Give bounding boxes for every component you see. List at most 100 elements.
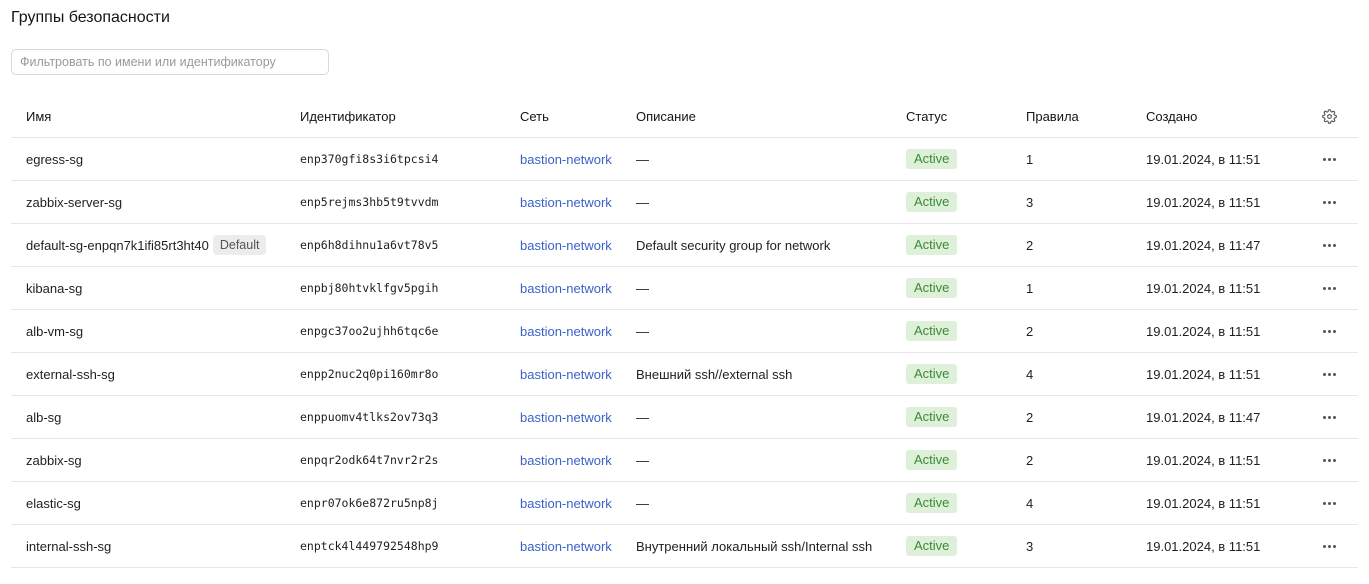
row-network-cell: bastion-network bbox=[520, 396, 612, 438]
table-row[interactable]: default-sg-enpqn7k1ifi85rt3ht40 Default … bbox=[11, 224, 1358, 267]
search-input[interactable] bbox=[11, 49, 329, 75]
created-date: 19.01.2024, в 11:51 bbox=[1146, 323, 1261, 339]
row-name-cell: kibana-sg bbox=[26, 267, 82, 309]
network-link[interactable]: bastion-network bbox=[520, 152, 612, 167]
security-group-name[interactable]: internal-ssh-sg bbox=[26, 539, 111, 554]
table-settings-button[interactable] bbox=[1315, 95, 1343, 137]
network-link[interactable]: bastion-network bbox=[520, 195, 612, 210]
created-date: 19.01.2024, в 11:47 bbox=[1146, 237, 1261, 253]
table-row[interactable]: kibana-sg enpbj80htvklfgv5pgih bastion-n… bbox=[11, 267, 1358, 310]
column-header-id[interactable]: Идентификатор bbox=[300, 95, 396, 137]
security-group-id: enppuomv4tlks2ov73q3 bbox=[300, 410, 439, 424]
table-row[interactable]: zabbix-server-sg enp5rejms3hb5t9tvvdm ba… bbox=[11, 181, 1358, 224]
security-group-name[interactable]: external-ssh-sg bbox=[26, 367, 115, 382]
network-link[interactable]: bastion-network bbox=[520, 367, 612, 382]
security-group-id: enpqr2odk64t7nvr2r2s bbox=[300, 453, 439, 467]
network-link[interactable]: bastion-network bbox=[520, 238, 612, 253]
security-group-description: — bbox=[636, 194, 649, 210]
more-horizontal-icon[interactable] bbox=[1319, 152, 1340, 167]
table-row[interactable]: internal-ssh-sg enptck4l449792548hp9 bas… bbox=[11, 525, 1358, 568]
table-row[interactable]: elastic-sg enpr07ok6e872ru5np8j bastion-… bbox=[11, 482, 1358, 525]
row-network-cell: bastion-network bbox=[520, 181, 612, 223]
created-date: 19.01.2024, в 11:51 bbox=[1146, 366, 1261, 382]
security-group-id: enpbj80htvklfgv5pgih bbox=[300, 281, 439, 295]
network-link[interactable]: bastion-network bbox=[520, 324, 612, 339]
table-row[interactable]: egress-sg enp370gfi8s3i6tpcsi4 bastion-n… bbox=[11, 138, 1358, 181]
row-actions-cell bbox=[1315, 267, 1343, 309]
network-link[interactable]: bastion-network bbox=[520, 410, 612, 425]
more-horizontal-icon[interactable] bbox=[1319, 496, 1340, 511]
network-link[interactable]: bastion-network bbox=[520, 281, 612, 296]
row-status-cell: Active bbox=[906, 267, 958, 309]
security-group-id: enpp2nuc2q0pi160mr8o bbox=[300, 367, 439, 381]
status-badge: Active bbox=[906, 278, 958, 298]
security-group-name[interactable]: egress-sg bbox=[26, 152, 83, 167]
security-group-description: — bbox=[636, 452, 649, 468]
more-horizontal-icon[interactable] bbox=[1319, 539, 1340, 554]
column-header-created[interactable]: Создано bbox=[1146, 95, 1197, 137]
network-link[interactable]: bastion-network bbox=[520, 496, 612, 511]
more-horizontal-icon[interactable] bbox=[1319, 281, 1340, 296]
table-header: Имя Идентификатор Сеть Описание Статус П… bbox=[11, 95, 1358, 138]
column-header-description[interactable]: Описание bbox=[636, 95, 696, 137]
table-row[interactable]: alb-vm-sg enpgc37oo2ujhh6tqc6e bastion-n… bbox=[11, 310, 1358, 353]
security-group-description: Внутренний локальный ssh/Internal ssh bbox=[636, 538, 873, 554]
gear-icon[interactable] bbox=[1321, 108, 1337, 124]
more-horizontal-icon[interactable] bbox=[1319, 410, 1340, 425]
more-horizontal-icon[interactable] bbox=[1319, 453, 1340, 468]
row-network-cell: bastion-network bbox=[520, 482, 612, 524]
row-actions-cell bbox=[1315, 181, 1343, 223]
security-group-description: — bbox=[636, 323, 649, 339]
row-network-cell: bastion-network bbox=[520, 439, 612, 481]
status-badge: Active bbox=[906, 192, 958, 212]
security-group-name[interactable]: alb-vm-sg bbox=[26, 324, 83, 339]
row-actions-cell bbox=[1315, 482, 1343, 524]
default-badge: Default bbox=[212, 235, 267, 255]
row-network-cell: bastion-network bbox=[520, 310, 612, 352]
table-row[interactable]: zabbix-sg enpqr2odk64t7nvr2r2s bastion-n… bbox=[11, 439, 1358, 482]
row-name-cell: egress-sg bbox=[26, 138, 83, 180]
more-horizontal-icon[interactable] bbox=[1319, 324, 1340, 339]
status-badge: Active bbox=[906, 407, 958, 427]
security-group-name[interactable]: zabbix-server-sg bbox=[26, 195, 122, 210]
created-date: 19.01.2024, в 11:51 bbox=[1146, 452, 1261, 468]
table-row[interactable]: alb-sg enppuomv4tlks2ov73q3 bastion-netw… bbox=[11, 396, 1358, 439]
security-group-id: enp6h8dihnu1a6vt78v5 bbox=[300, 238, 439, 252]
column-header-status[interactable]: Статус bbox=[906, 95, 947, 137]
column-header-network[interactable]: Сеть bbox=[520, 95, 549, 137]
row-actions-cell bbox=[1315, 310, 1343, 352]
status-badge: Active bbox=[906, 493, 958, 513]
rules-count: 2 bbox=[1026, 323, 1034, 339]
status-badge: Active bbox=[906, 321, 958, 341]
security-group-description: — bbox=[636, 151, 649, 167]
created-date: 19.01.2024, в 11:51 bbox=[1146, 151, 1261, 167]
row-name-cell: default-sg-enpqn7k1ifi85rt3ht40 Default bbox=[26, 224, 267, 266]
table-body: egress-sg enp370gfi8s3i6tpcsi4 bastion-n… bbox=[11, 138, 1358, 568]
security-group-name[interactable]: kibana-sg bbox=[26, 281, 82, 296]
more-horizontal-icon[interactable] bbox=[1319, 367, 1340, 382]
row-status-cell: Active bbox=[906, 353, 958, 395]
network-link[interactable]: bastion-network bbox=[520, 453, 612, 468]
column-header-name[interactable]: Имя bbox=[26, 95, 51, 137]
more-horizontal-icon[interactable] bbox=[1319, 195, 1340, 210]
status-badge: Active bbox=[906, 450, 958, 470]
created-date: 19.01.2024, в 11:51 bbox=[1146, 280, 1261, 296]
network-link[interactable]: bastion-network bbox=[520, 539, 612, 554]
row-actions-cell bbox=[1315, 138, 1343, 180]
row-name-cell: internal-ssh-sg bbox=[26, 525, 111, 567]
table-row[interactable]: external-ssh-sg enpp2nuc2q0pi160mr8o bas… bbox=[11, 353, 1358, 396]
security-group-name[interactable]: alb-sg bbox=[26, 410, 61, 425]
row-name-cell: zabbix-server-sg bbox=[26, 181, 122, 223]
row-name-cell: external-ssh-sg bbox=[26, 353, 115, 395]
more-horizontal-icon[interactable] bbox=[1319, 238, 1340, 253]
created-date: 19.01.2024, в 11:51 bbox=[1146, 194, 1261, 210]
row-actions-cell bbox=[1315, 396, 1343, 438]
status-badge: Active bbox=[906, 536, 958, 556]
security-group-description: — bbox=[636, 409, 649, 425]
security-groups-table: Имя Идентификатор Сеть Описание Статус П… bbox=[11, 95, 1358, 568]
security-group-name[interactable]: default-sg-enpqn7k1ifi85rt3ht40 bbox=[26, 238, 209, 253]
security-group-name[interactable]: elastic-sg bbox=[26, 496, 81, 511]
column-header-rules[interactable]: Правила bbox=[1026, 95, 1079, 137]
row-actions-cell bbox=[1315, 224, 1343, 266]
security-group-name[interactable]: zabbix-sg bbox=[26, 453, 82, 468]
